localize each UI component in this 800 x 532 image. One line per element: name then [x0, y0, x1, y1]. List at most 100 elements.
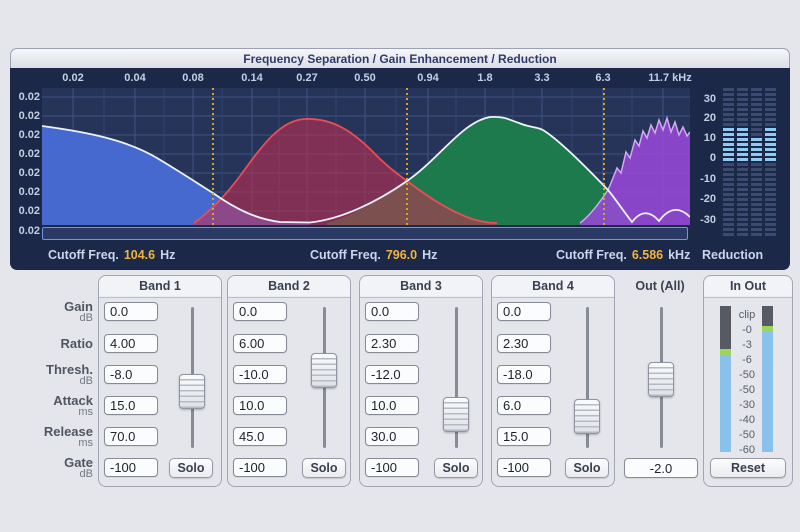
- cutoff3-value[interactable]: 6.586: [632, 248, 663, 262]
- cutoff1-value[interactable]: 104.6: [124, 248, 155, 262]
- io-scale-label: -0: [742, 324, 752, 336]
- reduction-scale-label: 20: [703, 112, 716, 124]
- x-tick: 0.04: [124, 72, 146, 84]
- y-label: 0.02: [18, 205, 40, 217]
- x-tick: 11.7 kHz: [648, 72, 692, 84]
- band2-release-field[interactable]: 45.0: [233, 427, 287, 446]
- band1-ratio-field[interactable]: 4.00: [104, 334, 158, 353]
- x-tick: 0.94: [417, 72, 439, 84]
- out-all-gain-field[interactable]: -2.0: [624, 458, 698, 478]
- x-tick: 3.3: [534, 72, 550, 84]
- cutoff3-readout: Cutoff Freq. 6.586 kHz: [556, 247, 690, 263]
- out-all-slider-thumb[interactable]: [648, 362, 674, 397]
- cutoff3-label: Cutoff Freq.: [556, 248, 627, 262]
- cutoff2-unit: Hz: [422, 248, 438, 262]
- band4-separator: [492, 297, 614, 298]
- x-tick: 1.8: [477, 72, 493, 84]
- band4-solo-button[interactable]: Solo: [565, 458, 609, 478]
- io-scale-label: -6: [742, 354, 752, 366]
- io-scale-label: -50: [739, 369, 755, 381]
- reduction-scale-label: -10: [700, 173, 716, 185]
- band2-gain-field[interactable]: 0.0: [233, 302, 287, 321]
- band3-thresh-field[interactable]: -12.0: [365, 365, 419, 384]
- y-label: 0.02: [18, 110, 40, 122]
- band4-attack-field[interactable]: 6.0: [497, 396, 551, 415]
- reset-button[interactable]: Reset: [710, 458, 786, 478]
- band2-gate-field[interactable]: -100: [233, 458, 287, 477]
- band4-thresh-field[interactable]: -18.0: [497, 365, 551, 384]
- band2-ratio-field[interactable]: 6.00: [233, 334, 287, 353]
- band1-separator: [99, 297, 221, 298]
- band1-gain-field[interactable]: 0.0: [104, 302, 158, 321]
- band1-title: Band 1: [139, 279, 181, 293]
- io-scale-label: -40: [739, 414, 755, 426]
- band3-gain-field[interactable]: 0.0: [365, 302, 419, 321]
- y-label: 0.02: [18, 225, 40, 237]
- y-label: 0.02: [18, 167, 40, 179]
- band3-attack-field[interactable]: 10.0: [365, 396, 419, 415]
- analyzer-title-bar: Frequency Separation / Gain Enhancement …: [10, 48, 790, 68]
- cutoff1-unit: Hz: [160, 248, 176, 262]
- x-tick: 0.02: [62, 72, 84, 84]
- band1-gate-field[interactable]: -100: [104, 458, 158, 477]
- band3-gate-field[interactable]: -100: [365, 458, 419, 477]
- x-tick: 0.27: [296, 72, 318, 84]
- y-label: 0.02: [18, 186, 40, 198]
- in-out-title: In Out: [729, 279, 767, 293]
- y-label: 0.02: [18, 91, 40, 103]
- y-label: 0.02: [18, 129, 40, 141]
- reduction-scale-label: 30: [703, 93, 716, 105]
- row-unit-gate: dB: [79, 468, 93, 480]
- out-all-title: Out (All): [635, 279, 685, 293]
- band3-release-field[interactable]: 30.0: [365, 427, 419, 446]
- band-curves-svg: [41, 88, 691, 225]
- cutoff2-value[interactable]: 796.0: [386, 248, 417, 262]
- band3-title: Band 3: [400, 279, 442, 293]
- row-unit-thresh: dB: [79, 375, 93, 387]
- band4-purple-curve: [580, 118, 690, 225]
- row-unit-attack: ms: [78, 406, 93, 418]
- io-scale-label: -30: [739, 399, 755, 411]
- y-label: 0.02: [18, 148, 40, 160]
- x-tick: 0.08: [182, 72, 204, 84]
- band2-solo-button[interactable]: Solo: [302, 458, 346, 478]
- band1-thresh-field[interactable]: -8.0: [104, 365, 158, 384]
- cutoff2-readout: Cutoff Freq. 796.0 Hz: [310, 247, 437, 263]
- band4-slider-thumb[interactable]: [574, 399, 600, 434]
- x-tick: 0.50: [354, 72, 376, 84]
- io-scale-label: -50: [739, 384, 755, 396]
- io-scale-label: -50: [739, 429, 755, 441]
- band4-gain-field[interactable]: 0.0: [497, 302, 551, 321]
- analyzer-title: Frequency Separation / Gain Enhancement …: [243, 51, 557, 66]
- band2-slider-thumb[interactable]: [311, 353, 337, 388]
- band1-release-field[interactable]: 70.0: [104, 427, 158, 446]
- band2-title: Band 2: [268, 279, 310, 293]
- cutoff3-unit: kHz: [668, 248, 691, 262]
- cutoff1-label: Cutoff Freq.: [48, 248, 119, 262]
- band4-release-field[interactable]: 15.0: [497, 427, 551, 446]
- band1-slider-thumb[interactable]: [179, 374, 205, 409]
- band4-gate-field[interactable]: -100: [497, 458, 551, 477]
- cutoff1-readout: Cutoff Freq. 104.6 Hz: [48, 247, 175, 263]
- band1-solo-button[interactable]: Solo: [169, 458, 213, 478]
- io-scale-label: -3: [742, 339, 752, 351]
- band2-attack-field[interactable]: 10.0: [233, 396, 287, 415]
- reduction-meter-2: [737, 88, 748, 236]
- band3-ratio-field[interactable]: 2.30: [365, 334, 419, 353]
- plot-scroll-strip[interactable]: [42, 227, 688, 240]
- reduction-meter-3: [751, 88, 762, 236]
- cutoff2-label: Cutoff Freq.: [310, 248, 381, 262]
- row-label-ratio: Ratio: [60, 336, 94, 351]
- reduction-scale-label: -20: [700, 193, 716, 205]
- band3-solo-button[interactable]: Solo: [434, 458, 478, 478]
- band2-separator: [228, 297, 350, 298]
- band3-slider-thumb[interactable]: [443, 397, 469, 432]
- reduction-caption: Reduction: [702, 248, 764, 262]
- in-out-separator: [704, 297, 792, 298]
- band4-ratio-field[interactable]: 2.30: [497, 334, 551, 353]
- reduction-scale-label: 10: [703, 132, 716, 144]
- band3-separator: [360, 297, 482, 298]
- io-scale-label: -60: [739, 444, 755, 456]
- band2-thresh-field[interactable]: -10.0: [233, 365, 287, 384]
- band1-attack-field[interactable]: 15.0: [104, 396, 158, 415]
